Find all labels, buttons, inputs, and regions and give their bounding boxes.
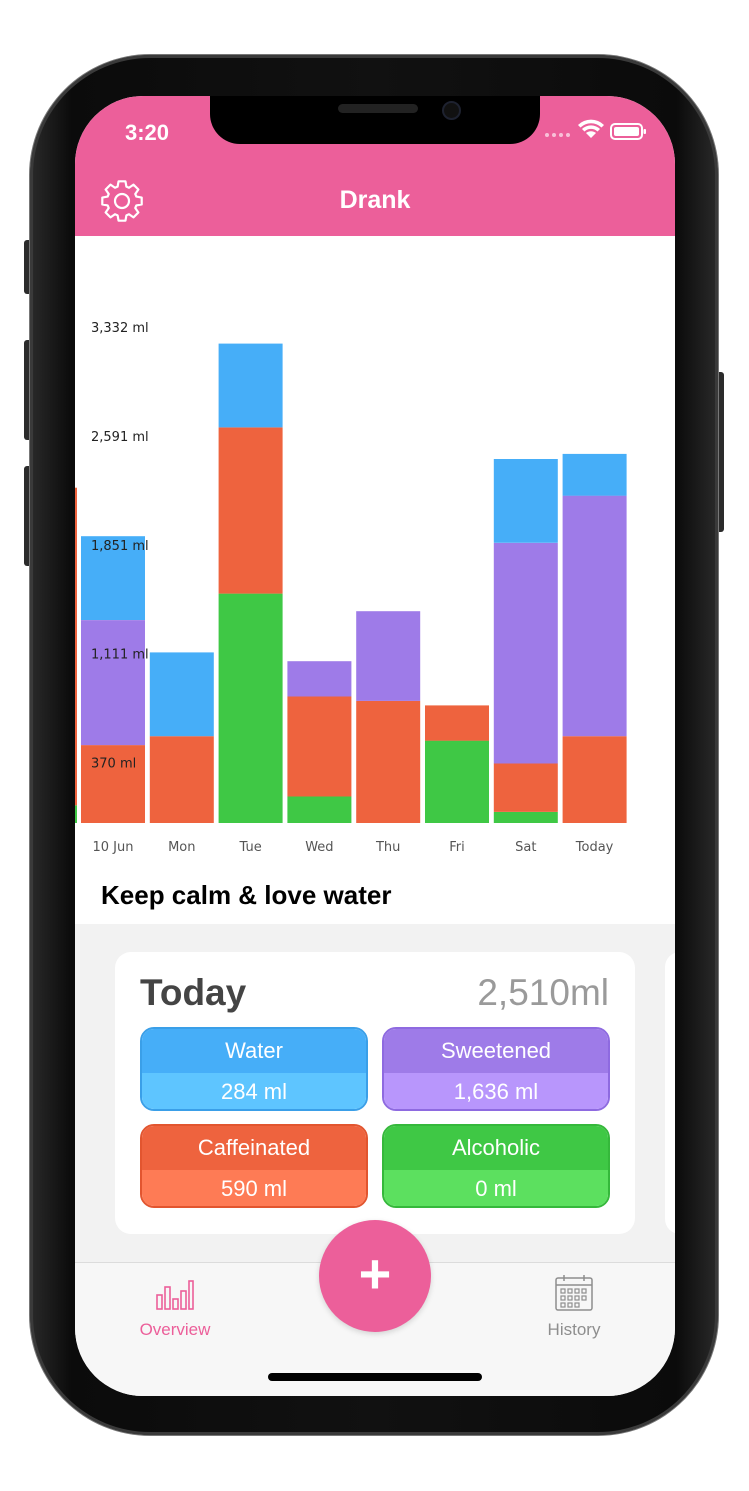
caffeinated-amount: 590 ml xyxy=(142,1170,366,1206)
app-screen: 3:20 Drank 10 Jun Mon Tue Wed Thu Fri Sa… xyxy=(75,96,675,1396)
chart-bar-sweetened xyxy=(562,495,627,737)
sweetened-label: Sweetened xyxy=(384,1029,608,1073)
weekly-intake-chart: 10 Jun Mon Tue Wed Thu Fri Sat Today 3,332 ml 2,5… xyxy=(75,236,675,866)
motto-text: Keep calm & love water xyxy=(101,880,392,910)
chart-bar-caffeinated xyxy=(425,705,489,741)
chart-bar-caffeinated xyxy=(493,763,558,812)
summary-section: Today 2,510ml Water 284 ml Sweetened 1,6… xyxy=(75,924,675,1262)
sweetened-amount: 1,636 ml xyxy=(384,1073,608,1109)
alcoholic-label: Alcoholic xyxy=(384,1126,608,1170)
bar-chart-icon xyxy=(156,1280,194,1310)
y-tick-label: 2,591 ml xyxy=(91,430,149,445)
chart-bar-alcoholic xyxy=(493,812,558,823)
home-indicator xyxy=(268,1373,482,1381)
water-amount: 284 ml xyxy=(142,1073,366,1109)
chart-bar-alcoholic xyxy=(425,740,489,823)
y-tick-label: 3,332 ml xyxy=(91,321,149,336)
x-tick-label: Sat xyxy=(515,840,536,855)
next-card-peek[interactable] xyxy=(665,952,675,1234)
chart-bar-alcoholic xyxy=(287,796,352,823)
chart-bar-sweetened xyxy=(81,620,145,746)
x-tick-label: Tue xyxy=(238,840,261,855)
nav-bar: 3:20 Drank xyxy=(75,96,675,236)
chart-bar-caffeinated xyxy=(356,700,421,823)
chart-bar-caffeinated xyxy=(149,736,214,823)
today-total: 2,510ml xyxy=(477,972,609,1013)
chart-bar-water xyxy=(218,343,283,428)
speaker xyxy=(338,104,418,113)
page-title: Drank xyxy=(339,186,411,214)
today-title: Today xyxy=(140,972,247,1013)
stacked-bar-chart: 10 Jun Mon Tue Wed Thu Fri Sat Today 3,332 ml 2,5… xyxy=(75,321,627,855)
chart-bar-sweetened xyxy=(287,661,352,697)
tab-overview[interactable]: Overview xyxy=(105,1263,245,1353)
y-tick-label: 1,111 ml xyxy=(91,648,149,663)
battery-icon xyxy=(610,123,646,140)
x-tick-label: Fri xyxy=(449,840,465,855)
chart-bar-caffeinated xyxy=(562,736,627,823)
notch xyxy=(210,96,540,144)
chart-bar-water xyxy=(562,453,627,496)
x-tick-label: Thu xyxy=(375,840,400,855)
calendar-icon xyxy=(555,1275,593,1311)
y-tick-label: 1,851 ml xyxy=(91,539,149,554)
chart-bar-caffeinated xyxy=(218,427,283,594)
chart-bar-sweetened xyxy=(356,611,421,701)
sweetened-pill[interactable]: Sweetened 1,636 ml xyxy=(382,1027,610,1111)
caffeinated-label: Caffeinated xyxy=(142,1126,366,1170)
caffeinated-pill[interactable]: Caffeinated 590 ml xyxy=(140,1124,368,1208)
chart-bar-caffeinated xyxy=(287,696,352,797)
chart-bar-sweetened xyxy=(493,542,558,764)
today-card[interactable]: Today 2,510ml Water 284 ml Sweetened 1,6… xyxy=(115,952,635,1234)
chart-bar-segment xyxy=(75,805,77,823)
plus-icon: + xyxy=(358,1242,392,1305)
water-label: Water xyxy=(142,1029,366,1073)
tab-overview-label: Overview xyxy=(139,1320,211,1339)
camera xyxy=(442,101,461,120)
add-drink-button[interactable]: + xyxy=(319,1220,431,1332)
y-tick-label: 370 ml xyxy=(91,757,136,772)
chart-bar-segment xyxy=(75,487,77,806)
x-tick-label: 10 Jun xyxy=(93,840,134,855)
x-tick-label: Today xyxy=(575,840,614,855)
chart-bar-alcoholic xyxy=(218,593,283,823)
chart-bar-water xyxy=(493,459,558,543)
tab-history-label: History xyxy=(547,1320,601,1339)
alcoholic-amount: 0 ml xyxy=(384,1170,608,1206)
x-tick-label: Mon xyxy=(168,840,195,855)
wifi-icon xyxy=(578,119,604,138)
tab-history[interactable]: History xyxy=(504,1263,644,1353)
alcoholic-pill[interactable]: Alcoholic 0 ml xyxy=(382,1124,610,1208)
chart-bar-water xyxy=(149,652,214,737)
water-pill[interactable]: Water 284 ml xyxy=(140,1027,368,1111)
status-icons xyxy=(545,119,646,140)
x-tick-label: Wed xyxy=(305,840,333,855)
status-time: 3:20 xyxy=(125,120,170,145)
signal-icon xyxy=(545,133,570,137)
scrolled-bar-peek xyxy=(75,487,77,823)
